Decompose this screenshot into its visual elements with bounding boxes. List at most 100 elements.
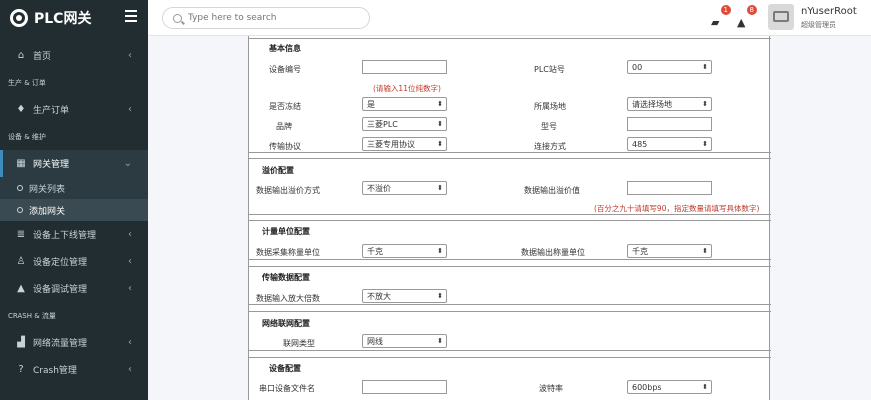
section-header: CRASH & 流量 [8,311,56,320]
sidebar-item-label: 设备上下线管理 [33,231,97,241]
section-legend: 传输数据配置 [262,273,310,282]
overflow-mode-select[interactable]: 不溢价 [362,181,447,195]
bell-icon: ▲ [737,16,746,29]
sidebar-item-device-debug[interactable]: ▲ 设备调试管理 ‹ [0,275,148,302]
basic-info-section: 基本信息 设备编号 (请输入11位纯数字) PLC站号 00 是否冻结 是 所属… [249,38,771,153]
sidebar-item-label: 生产订单 [33,106,70,116]
model-input[interactable] [627,117,712,131]
output-unit-label: 数据输出称量单位 [521,248,585,257]
sidebar-item-label: 添加网关 [29,206,66,217]
user-icon: ♙ [16,256,26,267]
baud-label: 波特率 [539,384,563,393]
sidebar-item-traffic[interactable]: ▟ 网络流量管理 ‹ [0,329,148,356]
sidebar-item-label: 设备定位管理 [33,258,88,268]
chevron-left-icon: ‹ [128,229,132,240]
messages-badge: 1 [720,5,731,15]
database-icon: ≣ [16,229,26,240]
overflow-mode-label: 数据输出溢价方式 [256,186,320,195]
section-legend: 计量单位配置 [262,227,310,236]
conn-label: 连接方式 [534,142,566,151]
gateway-form: 基本信息 设备编号 (请输入11位纯数字) PLC站号 00 是否冻结 是 所属… [248,36,771,400]
section-legend: 网络联网配置 [262,319,310,328]
transfer-section: 传输数据配置 数据输入放大倍数 不放大 [249,266,771,305]
sidebar-subitem-add-gateway[interactable]: 添加网关 [0,199,148,221]
top-header: ▰ 1 ▲ 8 nYuserRoot 超级管理员 [148,0,871,36]
search-input[interactable] [188,13,358,23]
chevron-left-icon: ‹ [128,364,132,375]
unit-section: 计量单位配置 数据采集称量单位 千克 数据输出称量单位 千克 [249,220,771,260]
sidebar-item-orders[interactable]: ♦ 生产订单 ‹ [0,96,148,123]
protocol-select[interactable]: 三菱专用协议 [362,137,447,151]
overflow-value-input[interactable] [627,181,712,195]
brand-title: PLC网关 [34,11,92,27]
device-section: 设备配置 串口设备文件名 波特率 600bps [249,357,771,400]
circle-icon [17,207,23,213]
network-section: 网络联网配置 联网类型 网线 [249,311,771,351]
zoom-label: 数据输入放大倍数 [256,294,320,303]
serial-file-input[interactable] [362,380,447,394]
device-no-label: 设备编号 [269,65,301,74]
search-box[interactable] [162,7,370,29]
drop-icon: ♦ [16,104,26,115]
warning-icon: ▲ [17,283,25,294]
serial-file-label: 串口设备文件名 [259,384,315,393]
site-label: 所属场地 [534,102,566,111]
bar-chart-icon: ▟ [17,337,25,348]
alerts-badge: 8 [746,5,757,15]
overflow-section: 溢价配置 数据输出溢价方式 不溢价 数据输出溢价值 (百分之九十请填写90，指定… [249,158,771,215]
home-icon: ⌂ [17,50,25,61]
messages-button[interactable]: ▰ 1 [711,5,731,29]
chevron-left-icon: ‹ [128,283,132,294]
chevron-left-icon: ‹ [128,337,132,348]
menu-toggle-icon[interactable] [125,10,137,22]
sidebar-item-device-updown[interactable]: ≣ 设备上下线管理 ‹ [0,221,148,248]
chevron-down-icon: ⌄ [123,158,132,169]
baud-select[interactable]: 600bps [627,380,712,394]
frozen-select[interactable]: 是 [362,97,447,111]
grid-icon: ▦ [16,158,26,169]
sidebar-item-label: 网关列表 [29,184,66,195]
collect-unit-select[interactable]: 千克 [362,244,447,258]
sidebar-item-label: 网关管理 [33,160,70,170]
section-header: 设备 & 维护 [8,132,46,141]
plc-station-select[interactable]: 00 [627,60,712,74]
sidebar-item-crash[interactable]: ? Crash管理 ‹ [0,356,148,383]
chevron-left-icon: ‹ [128,104,132,115]
sidebar-item-label: 网络流量管理 [33,339,88,349]
question-icon: ? [18,364,24,375]
zoom-select[interactable]: 不放大 [362,289,447,303]
device-no-input[interactable] [362,60,447,74]
sidebar-item-label: 设备调试管理 [33,285,88,295]
section-legend: 设备配置 [269,364,301,373]
overflow-value-hint: (百分之九十请填写90，指定数量请填写具体数字) [594,204,760,213]
conn-select[interactable]: 485 [627,137,712,151]
output-unit-select[interactable]: 千克 [627,244,712,258]
alerts-button[interactable]: ▲ 8 [737,5,757,29]
site-select[interactable]: 请选择场地 [627,97,712,111]
user-role: 超级管理员 [801,21,836,29]
avatar[interactable] [768,4,794,30]
sidebar-item-gateway[interactable]: ▦ 网关管理 ⌄ [0,150,148,177]
model-label: 型号 [541,122,557,131]
network-type-select[interactable]: 网线 [362,334,447,348]
frozen-label: 是否冻结 [269,102,301,111]
network-type-label: 联网类型 [283,339,315,348]
gateway-submenu: 网关列表 添加网关 [0,177,148,221]
collect-unit-label: 数据采集称量单位 [256,248,320,257]
chevron-left-icon: ‹ [128,50,132,61]
sidebar-item-label: Crash管理 [33,366,77,376]
sidebar-item-label: 首页 [33,52,52,62]
section-legend: 溢价配置 [262,166,294,175]
sidebar-item-device-locate[interactable]: ♙ 设备定位管理 ‹ [0,248,148,275]
user-name[interactable]: nYuserRoot [801,6,857,17]
brand-select[interactable]: 三菱PLC [362,117,447,131]
section-legend: 基本信息 [269,44,301,53]
circle-icon [17,185,23,191]
sidebar-subitem-gateway-list[interactable]: 网关列表 [0,177,148,199]
section-header: 生产 & 订单 [8,78,46,87]
chevron-left-icon: ‹ [128,256,132,267]
comment-icon: ▰ [711,16,720,29]
sidebar-item-home[interactable]: ⌂ 首页 ‹ [0,42,148,69]
search-icon [173,13,182,23]
brand-label: 品牌 [276,122,292,131]
